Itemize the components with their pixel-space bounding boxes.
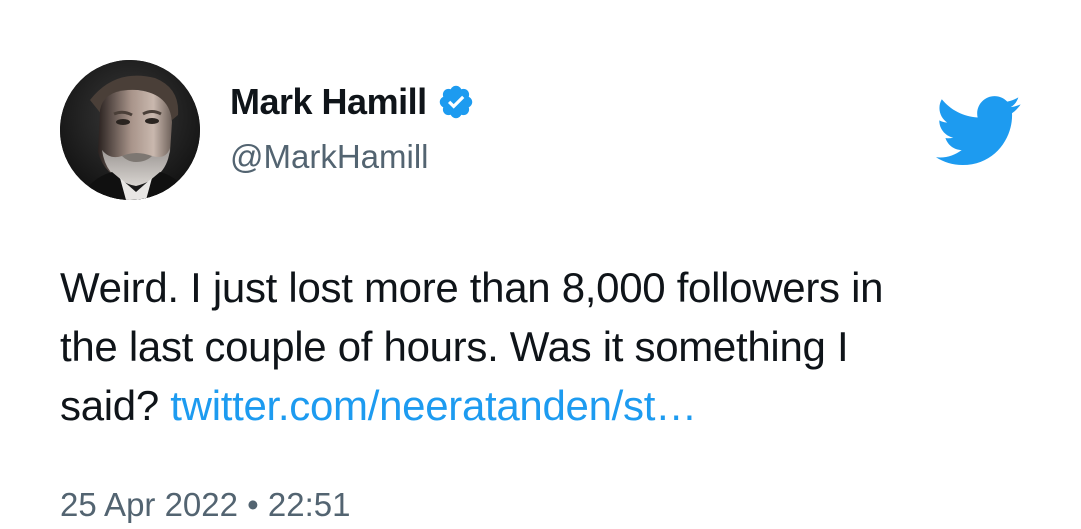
- tweet-text-line: Weird. I just lost more than 8,000 follo…: [60, 264, 884, 311]
- tweet-text-line: said? twitter.com/neeratanden/st…: [60, 376, 1020, 435]
- author-handle[interactable]: @MarkHamill: [230, 137, 429, 177]
- tweet-card: Mark Hamill @MarkHamill Weird. I just lo…: [0, 0, 1081, 529]
- author-display-name[interactable]: Mark Hamill: [230, 80, 427, 124]
- tweet-text-fragment: said?: [60, 382, 159, 429]
- author-name-row[interactable]: Mark Hamill: [230, 80, 475, 124]
- tweet-timestamp[interactable]: 25 Apr 2022 • 22:51: [60, 485, 350, 525]
- tweet-text-line: the last couple of hours. Was it somethi…: [60, 323, 849, 370]
- verified-badge-icon: [437, 83, 475, 121]
- avatar[interactable]: [60, 60, 200, 200]
- avatar-photo: [60, 60, 200, 200]
- tweet-link[interactable]: twitter.com/neeratanden/st…: [170, 382, 697, 429]
- tweet-text: Weird. I just lost more than 8,000 follo…: [60, 258, 1020, 435]
- twitter-bird-icon[interactable]: [935, 96, 1022, 166]
